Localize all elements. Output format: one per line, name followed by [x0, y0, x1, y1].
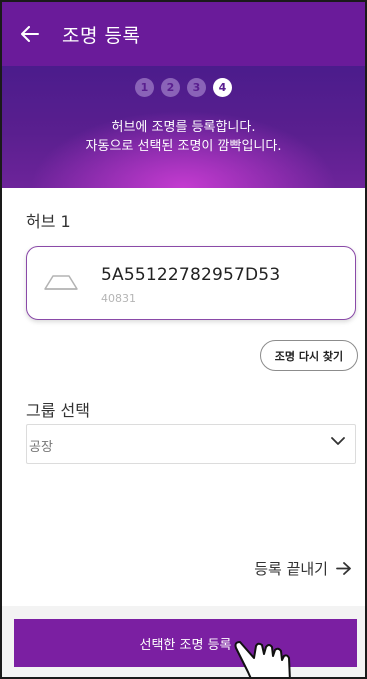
register-selected-button[interactable]: 선택한 조명 등록: [14, 619, 357, 667]
step-indicator: 1 2 3 4: [2, 78, 365, 97]
banner-line-1: 허브에 조명를 등록합니다.: [111, 120, 256, 135]
arrow-right-icon: [336, 562, 351, 575]
step-3: 3: [187, 78, 206, 97]
app-bar: 조명 등록: [2, 2, 365, 66]
finish-registration-link[interactable]: 등록 끝내기: [254, 558, 351, 579]
group-select[interactable]: 공장: [26, 424, 356, 464]
group-selected-value: 공장: [29, 440, 53, 455]
group-label: 그룹 선택: [26, 401, 90, 420]
back-button[interactable]: [2, 2, 58, 66]
finish-link-label: 등록 끝내기: [254, 560, 328, 578]
hub-label: 허브 1: [26, 212, 71, 231]
arrow-left-icon: [21, 26, 39, 42]
app-screen: 조명 등록 1 2 3 4 허브에 조명를 등록합니다. 자동으로 선택된 조명…: [0, 0, 367, 679]
banner-message: 허브에 조명를 등록합니다. 자동으로 선택된 조명이 깜빡입니다.: [2, 118, 365, 156]
instruction-banner: 1 2 3 4 허브에 조명를 등록합니다. 자동으로 선택된 조명이 깜빡입니…: [2, 66, 365, 188]
device-id: 5A55122782957D53: [101, 265, 281, 285]
rescan-lights-button[interactable]: 조명 다시 찾기: [260, 340, 358, 371]
device-card[interactable]: 5A55122782957D53 40831: [26, 246, 356, 320]
step-2: 2: [161, 78, 180, 97]
pointer-hand-icon: [234, 641, 291, 677]
step-4-current: 4: [213, 78, 232, 97]
step-1: 1: [135, 78, 154, 97]
page-title: 조명 등록: [62, 24, 141, 47]
lamp-icon: [44, 275, 78, 290]
banner-line-2: 자동으로 선택된 조명이 깜빡입니다.: [85, 139, 282, 154]
device-subtext: 40831: [101, 292, 136, 305]
chevron-down-icon: [331, 437, 345, 445]
